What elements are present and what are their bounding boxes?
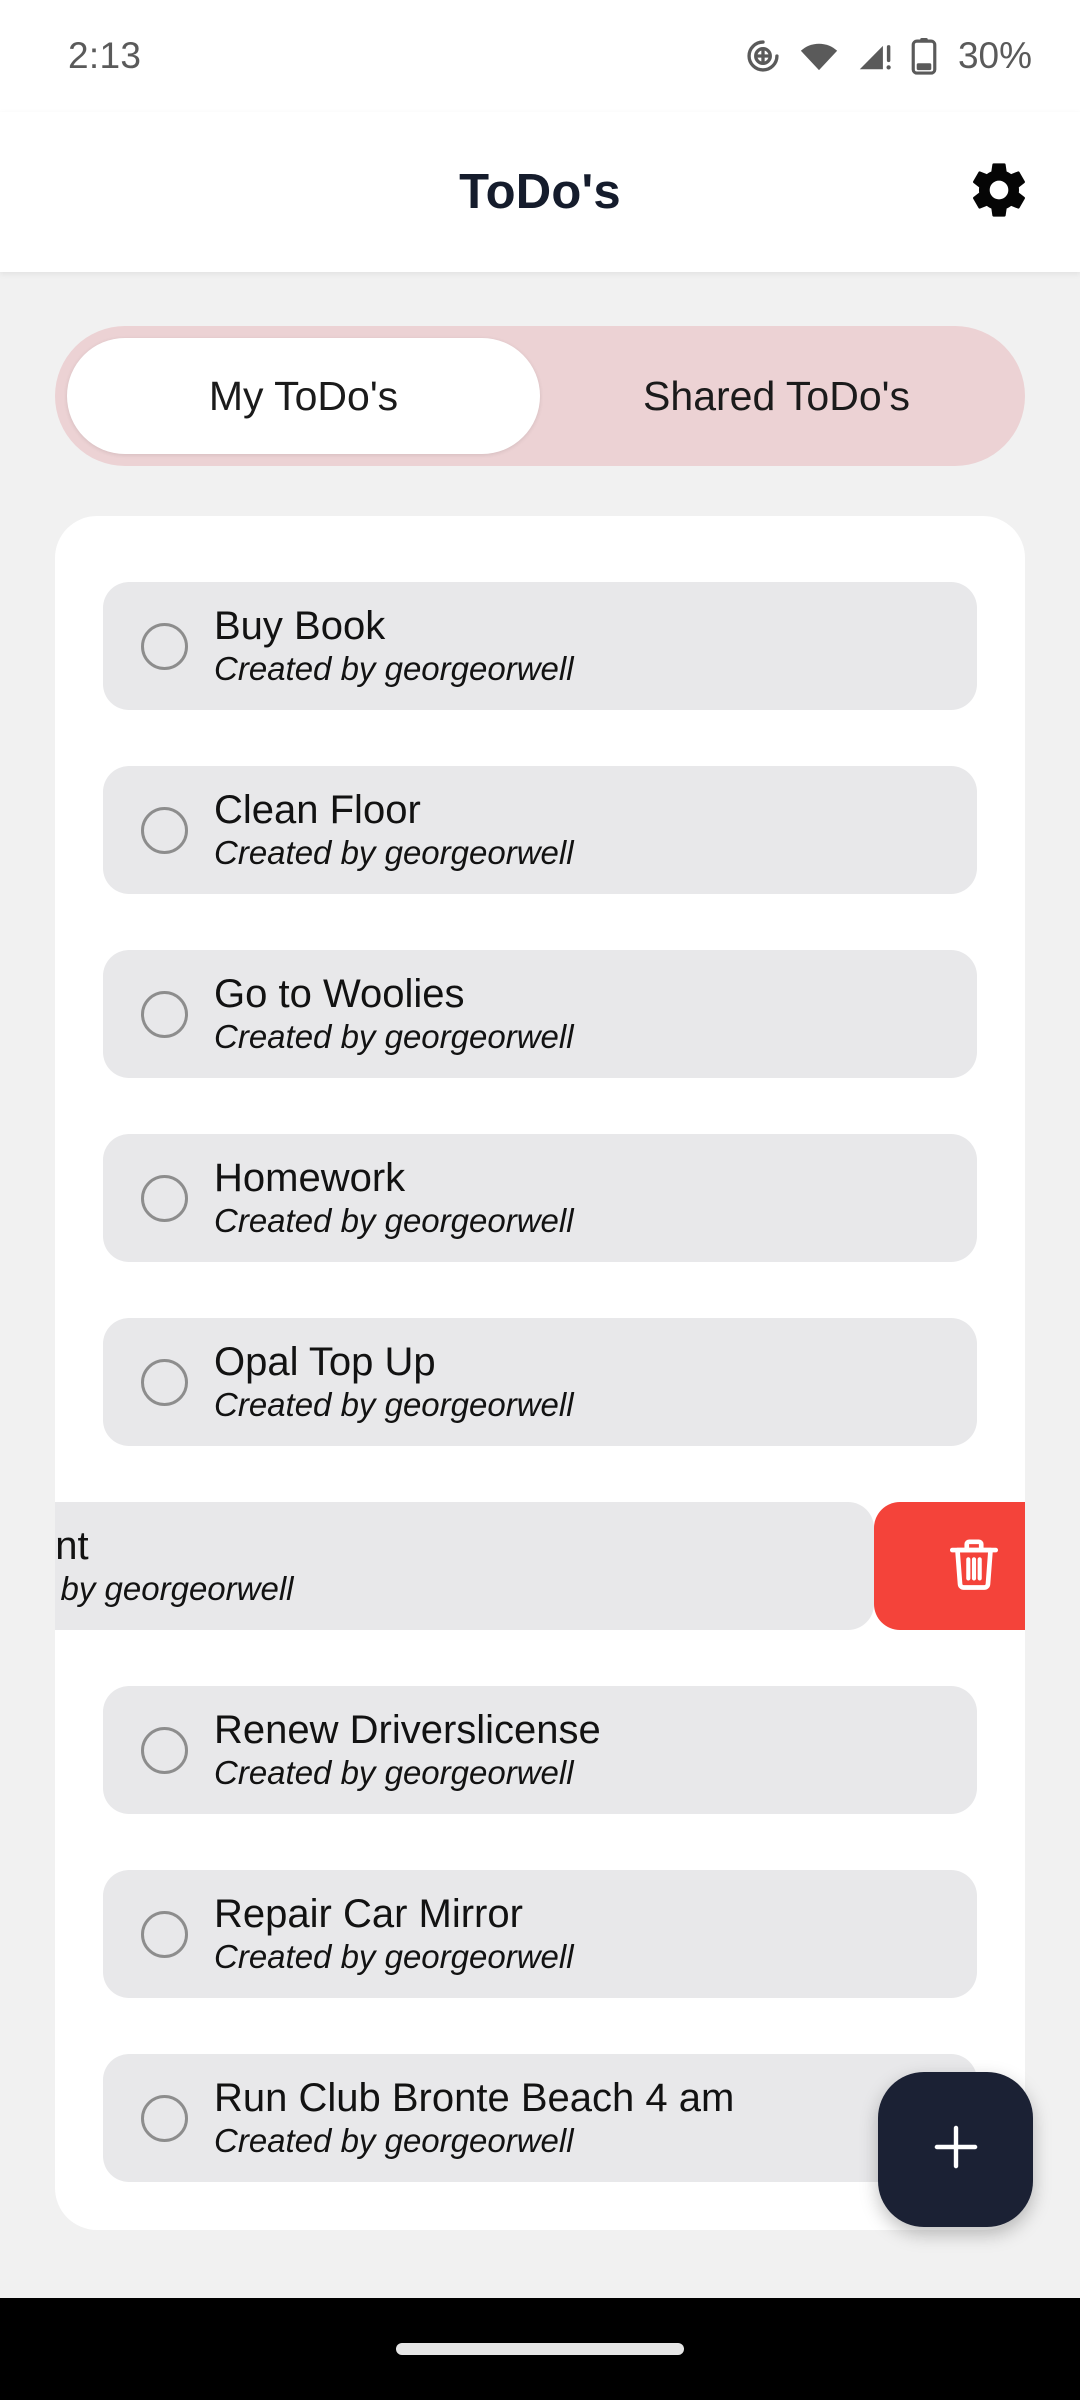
checkbox-circle-icon[interactable] <box>141 1174 188 1222</box>
checkbox-circle-icon[interactable] <box>141 806 188 854</box>
list-item-title: Clean Floor <box>214 787 421 832</box>
todo-list: Buy Book Created by georgeorwell Clean F… <box>55 516 1025 2230</box>
home-indicator[interactable] <box>396 2343 684 2355</box>
gear-icon <box>967 158 1031 227</box>
table-row: Go to Woolies Created by georgeorwell <box>103 950 977 1078</box>
table-row: Opal Top Up Created by georgeorwell <box>103 1318 977 1446</box>
list-item-title: ent <box>55 1523 89 1568</box>
delete-button[interactable] <box>874 1502 1025 1630</box>
status-bar-icons: 30% <box>744 35 1032 77</box>
list-item-subtitle: Created by georgeorwell <box>214 1386 574 1424</box>
table-row: Clean Floor Created by georgeorwell <box>103 766 977 894</box>
cellular-signal-warning-icon <box>856 37 894 75</box>
todo-scope-tabs: My ToDo's Shared ToDo's <box>55 326 1025 466</box>
checkbox-circle-icon[interactable] <box>141 990 188 1038</box>
location-crosshair-icon <box>744 37 782 75</box>
list-item[interactable]: Homework Created by georgeorwell <box>103 1134 977 1262</box>
list-item[interactable]: Go to Woolies Created by georgeorwell <box>103 950 977 1078</box>
list-item[interactable]: ent d by georgeorwell <box>55 1502 874 1630</box>
list-item-text: Go to Woolies Created by georgeorwell <box>214 972 574 1057</box>
list-item-text: Repair Car Mirror Created by georgeorwel… <box>214 1892 574 1977</box>
tab-shared-todos[interactable]: Shared ToDo's <box>540 338 1013 454</box>
list-item[interactable]: Renew Driverslicense Created by georgeor… <box>103 1686 977 1814</box>
trash-icon <box>943 1533 1005 1600</box>
list-item-text: Run Club Bronte Beach 4 am Created by ge… <box>214 2076 734 2161</box>
tab-my-todos[interactable]: My ToDo's <box>67 338 540 454</box>
settings-button[interactable] <box>956 149 1042 235</box>
table-row: Run Club Bronte Beach 4 am Created by ge… <box>103 2054 977 2182</box>
system-navigation-bar <box>0 2298 1080 2400</box>
table-row-swiped: ent d by georgeorwell <box>55 1502 1025 1630</box>
todo-list-card: Buy Book Created by georgeorwell Clean F… <box>55 516 1025 2230</box>
plus-icon <box>925 2116 987 2183</box>
list-item-text: Opal Top Up Created by georgeorwell <box>214 1340 574 1425</box>
list-item[interactable]: Repair Car Mirror Created by georgeorwel… <box>103 1870 977 1998</box>
tab-my-todos-label: My ToDo's <box>208 372 399 419</box>
battery-icon <box>911 37 937 75</box>
checkbox-circle-icon[interactable] <box>141 2094 188 2142</box>
status-bar: 2:13 30% <box>0 0 1080 112</box>
list-item-subtitle: Created by georgeorwell <box>214 2122 574 2160</box>
table-row: Renew Driverslicense Created by georgeor… <box>103 1686 977 1814</box>
list-item-title: Run Club Bronte Beach 4 am <box>214 2075 735 2120</box>
list-item-subtitle: Created by georgeorwell <box>214 1938 574 1976</box>
list-item[interactable]: Clean Floor Created by georgeorwell <box>103 766 977 894</box>
battery-percent-label: 30% <box>957 35 1032 76</box>
list-item-text: Homework Created by georgeorwell <box>214 1156 574 1241</box>
list-item[interactable]: Run Club Bronte Beach 4 am Created by ge… <box>103 2054 977 2182</box>
list-item-text: Renew Driverslicense Created by georgeor… <box>214 1708 601 1793</box>
list-item-title: Homework <box>214 1155 406 1200</box>
list-item[interactable]: Opal Top Up Created by georgeorwell <box>103 1318 977 1446</box>
list-item-title: Go to Woolies <box>214 971 465 1016</box>
checkbox-circle-icon[interactable] <box>141 622 188 670</box>
list-item-title: Renew Driverslicense <box>214 1707 601 1752</box>
list-item-subtitle: d by georgeorwell <box>55 1570 294 1608</box>
list-item-subtitle: Created by georgeorwell <box>214 650 574 688</box>
list-item-text: Buy Book Created by georgeorwell <box>214 604 574 689</box>
add-todo-fab[interactable] <box>878 2072 1033 2227</box>
app-bar: ToDo's <box>0 112 1080 272</box>
list-item[interactable]: Buy Book Created by georgeorwell <box>103 582 977 710</box>
wifi-icon <box>799 37 839 75</box>
list-item-title: Buy Book <box>214 603 386 648</box>
list-item-subtitle: Created by georgeorwell <box>214 834 574 872</box>
app-screen: 2:13 30% ToDo's My ToDo's Shared ToDo's … <box>0 0 1080 2400</box>
list-item-subtitle: Created by georgeorwell <box>214 1754 574 1792</box>
list-item-text: ent d by georgeorwell <box>55 1524 294 1609</box>
table-row: Homework Created by georgeorwell <box>103 1134 977 1262</box>
table-row: Buy Book Created by georgeorwell <box>103 582 977 710</box>
list-item-title: Repair Car Mirror <box>214 1891 523 1936</box>
checkbox-circle-icon[interactable] <box>141 1358 188 1406</box>
list-item-subtitle: Created by georgeorwell <box>214 1018 574 1056</box>
table-row: Repair Car Mirror Created by georgeorwel… <box>103 1870 977 1998</box>
checkbox-circle-icon[interactable] <box>141 1726 188 1774</box>
list-item-title: Opal Top Up <box>214 1339 436 1384</box>
list-item-text: Clean Floor Created by georgeorwell <box>214 788 574 873</box>
list-item-subtitle: Created by georgeorwell <box>214 1202 574 1240</box>
tab-shared-todos-label: Shared ToDo's <box>643 372 910 419</box>
status-bar-clock: 2:13 <box>68 35 142 76</box>
page-title: ToDo's <box>459 165 621 219</box>
checkbox-circle-icon[interactable] <box>141 1910 188 1958</box>
